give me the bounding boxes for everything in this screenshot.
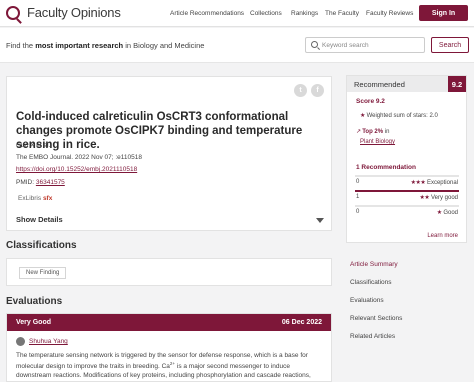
facebook-share-icon[interactable]: f: [311, 84, 324, 97]
trend-up-icon: ↗: [356, 129, 361, 135]
exceptional-count: 0: [356, 179, 360, 185]
evaluation-date: 06 Dec 2022: [281, 319, 322, 326]
article-pmid: PMID: 36341575: [16, 179, 65, 186]
star-icon: ★: [360, 113, 365, 119]
classification-chip[interactable]: New Finding: [19, 267, 67, 279]
show-details-toggle[interactable]: Show Details: [16, 215, 63, 224]
very-good-count: 1: [356, 194, 360, 200]
evaluations-heading: Evaluations: [6, 296, 63, 307]
one-star-icon: ★: [436, 210, 442, 216]
evaluation-text: The temperature sensing network is trigg…: [16, 352, 324, 380]
recommended-header: Recommended 9.2: [347, 76, 466, 92]
nav-rankings[interactable]: Rankings: [291, 10, 318, 17]
search-field[interactable]: [305, 37, 425, 53]
evaluation-rating: Very Good: [16, 319, 52, 326]
recommended-panel: Recommended 9.2 Score 9.2 ★ Weighted sum…: [346, 75, 467, 243]
classifications-card: New Finding: [6, 258, 332, 286]
top-percent-value: Top 2%: [362, 129, 384, 135]
article-title: Cold-induced calreticulin OsCRT3 conform…: [16, 111, 303, 151]
search-button[interactable]: Search: [431, 37, 469, 53]
tagline-text-end: in Biology and Medicine: [123, 41, 205, 50]
article-journal: The EMBO Journal. 2022 Nov 07; :e110518: [16, 154, 142, 161]
magnifier-logo-icon: [6, 5, 20, 20]
good-bar: [355, 205, 459, 207]
very-good-bar-fill: [355, 190, 459, 192]
top-percent: ↗ Top 2% in: [356, 128, 389, 135]
sfx-label: sfx: [42, 195, 53, 202]
avatar: [16, 337, 25, 346]
twitter-share-icon[interactable]: t: [294, 84, 307, 97]
very-good-label: ★★ Very good: [420, 194, 458, 201]
very-good-bar: [355, 190, 459, 192]
article-card: t f Cold-induced calreticulin OsCRT3 con…: [6, 76, 332, 231]
recommended-title: Recommended: [354, 80, 405, 89]
chevron-down-icon[interactable]: [316, 218, 324, 223]
article-authors: Guo X et al.: [16, 142, 51, 149]
three-star-icon: ★★★: [410, 180, 426, 186]
top-percent-in: in: [383, 129, 390, 135]
side-link-evaluations[interactable]: Evaluations: [350, 297, 384, 304]
recommendation-count: 1 Recommendation: [356, 164, 416, 171]
very-good-label-text: Very good: [430, 195, 458, 201]
tagline: Find the most important research in Biol…: [6, 41, 204, 50]
brand-name: Faculty Opinions: [27, 5, 121, 20]
evaluation-card: Very Good 06 Dec 2022 Shuhua Yang The te…: [6, 313, 332, 382]
evaluation-header: Very Good 06 Dec 2022: [7, 314, 331, 331]
good-count: 0: [356, 209, 360, 215]
exceptional-bar: [355, 175, 459, 177]
learn-more-link[interactable]: Learn more: [427, 233, 458, 239]
nav-the-faculty[interactable]: The Faculty: [325, 10, 359, 17]
search-band: Find the most important research in Biol…: [0, 28, 474, 63]
search-input[interactable]: [322, 40, 422, 51]
side-link-article-summary[interactable]: Article Summary: [350, 261, 398, 268]
weighted-sum: ★ Weighted sum of stars: 2.0: [360, 112, 438, 119]
score-text: Score 9.2: [356, 98, 385, 105]
side-link-relevant-sections[interactable]: Relevant Sections: [350, 315, 402, 322]
side-link-related-articles[interactable]: Related Articles: [350, 333, 395, 340]
exlibris-label: ExLibris: [18, 195, 42, 202]
author-link[interactable]: Shuhua Yang: [29, 338, 68, 345]
tagline-text: Find the: [6, 41, 36, 50]
score-badge: 9.2: [448, 76, 466, 92]
classifications-heading: Classifications: [6, 240, 77, 251]
nav-article-recommendations[interactable]: Article Recommendations: [170, 10, 244, 17]
evaluation-author: Shuhua Yang: [16, 337, 68, 346]
pmid-link[interactable]: 36341575: [36, 179, 65, 186]
nav-collections[interactable]: Collections: [250, 10, 282, 17]
tagline-emphasis: most important research: [35, 41, 124, 50]
category-link[interactable]: Plant Biology: [360, 139, 395, 145]
good-label: ★ Good: [437, 209, 458, 216]
weighted-sum-text: Weighted sum of stars: 2.0: [366, 113, 438, 119]
exceptional-label-text: Exceptional: [426, 180, 458, 186]
sign-in-button[interactable]: Sign In: [419, 5, 468, 21]
pmid-label: PMID:: [16, 179, 36, 186]
exceptional-label: ★★★ Exceptional: [411, 179, 458, 186]
exlibris-sfx-button[interactable]: ExLibris sfx: [18, 195, 52, 202]
search-icon: [311, 41, 318, 48]
article-doi-link[interactable]: https://doi.org/10.15252/embj.2021110518: [16, 166, 137, 173]
side-link-classifications[interactable]: Classifications: [350, 279, 392, 286]
top-navigation-bar: Faculty Opinions Article Recommendations…: [0, 0, 474, 27]
brand-logo[interactable]: Faculty Opinions: [6, 5, 121, 20]
good-label-text: Good: [443, 210, 458, 216]
nav-faculty-reviews[interactable]: Faculty Reviews: [366, 10, 413, 17]
two-star-icon: ★★: [419, 195, 430, 201]
